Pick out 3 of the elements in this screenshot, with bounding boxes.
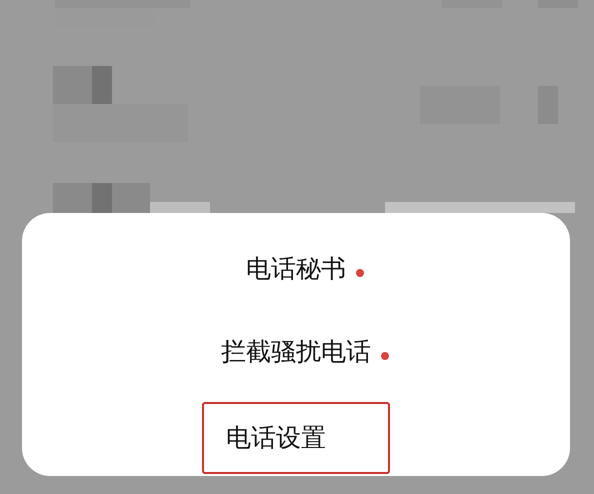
- menu-item[interactable]: 电话设置: [202, 402, 390, 474]
- menu-item[interactable]: 电话秘书: [240, 250, 352, 287]
- menu-item[interactable]: 拦截骚扰电话: [215, 333, 377, 370]
